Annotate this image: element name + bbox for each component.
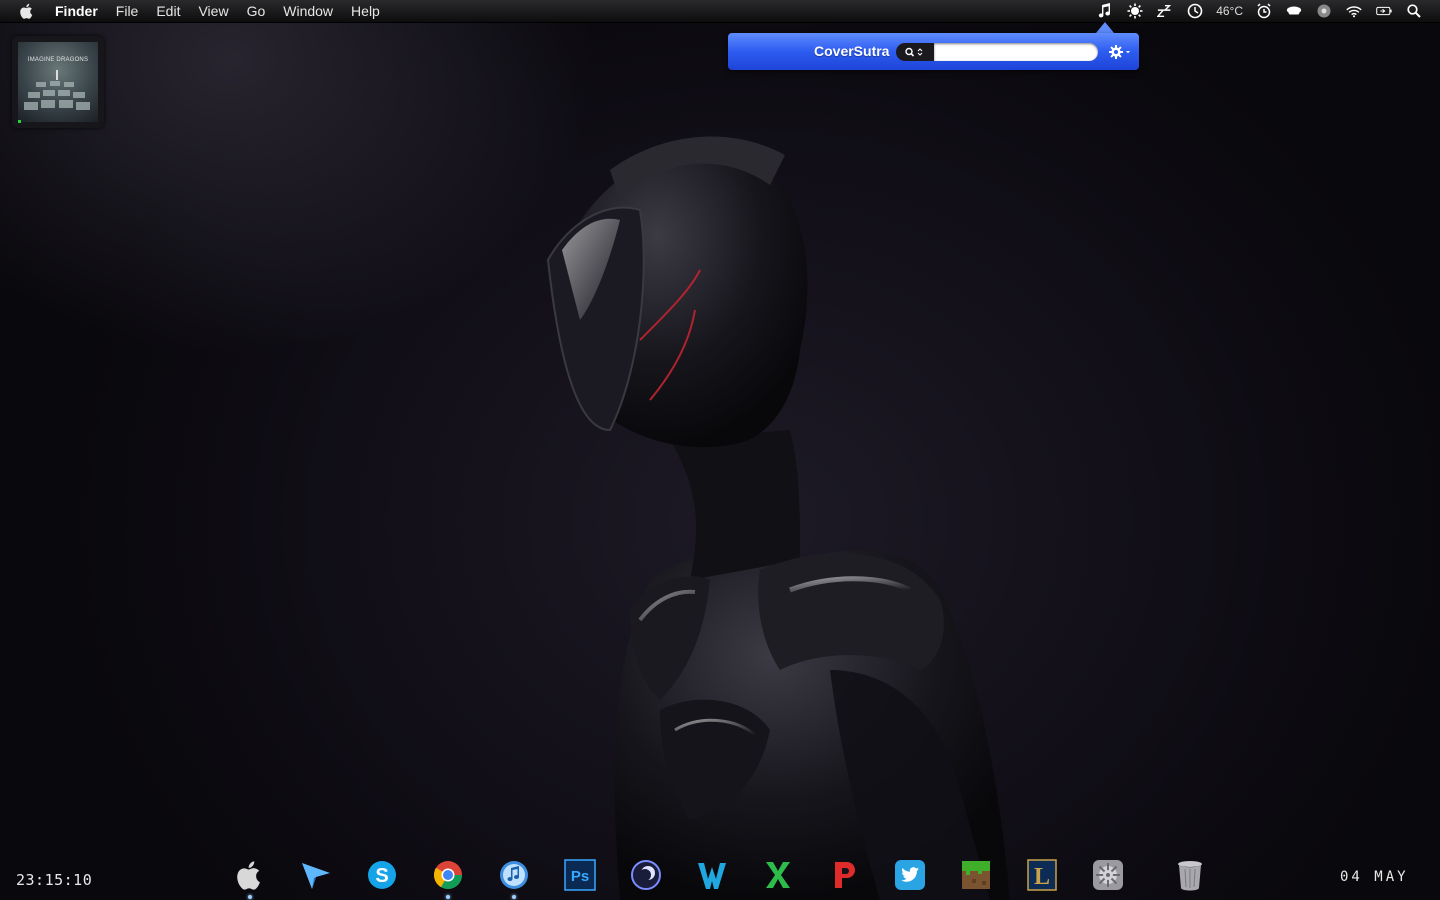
menu-window[interactable]: Window	[274, 0, 342, 22]
desktop-date: 04 MAY	[1340, 869, 1409, 885]
menu-file[interactable]: File	[107, 0, 148, 22]
menu-bar: Finder File Edit View Go Window Help 46°…	[0, 0, 1440, 23]
network-ball-icon[interactable]	[1316, 3, 1332, 19]
system-preferences-icon	[1093, 860, 1123, 890]
menu-view[interactable]: View	[189, 0, 237, 22]
brightness-icon[interactable]	[1127, 3, 1143, 19]
running-indicator	[446, 895, 450, 899]
menu-app-name[interactable]: Finder	[46, 0, 107, 22]
skype-label: S	[375, 865, 388, 887]
photoshop-icon: Ps	[564, 859, 596, 891]
coversutra-pointer-arrow	[1096, 22, 1114, 33]
status-menu-area: 46°C	[1090, 0, 1440, 22]
sleep-z-icon[interactable]	[1157, 3, 1173, 19]
dock-item-x-app[interactable]	[760, 857, 796, 893]
skype-icon: S	[368, 861, 396, 889]
itunes-icon	[500, 861, 528, 889]
dock-item-skype[interactable]: S	[364, 857, 400, 893]
cpu-temperature[interactable]: 46°C	[1216, 4, 1243, 18]
coffee-cup-icon[interactable]	[1286, 3, 1302, 19]
dock-item-minecraft[interactable]	[958, 857, 994, 893]
dock-item-twitter[interactable]	[892, 857, 928, 893]
league-icon: L	[1027, 859, 1057, 891]
dock-item-photoshop[interactable]: Ps	[562, 857, 598, 893]
dock-item-chrome[interactable]	[430, 857, 466, 899]
coversutra-search-input[interactable]	[934, 43, 1098, 61]
dock-item-system-preferences[interactable]	[1090, 857, 1126, 893]
menu-go[interactable]: Go	[238, 0, 275, 22]
battery-icon[interactable]	[1376, 3, 1392, 19]
cinema-icon	[631, 860, 661, 890]
gear-icon[interactable]	[1108, 42, 1132, 62]
trash-icon	[1178, 861, 1202, 891]
playback-progress-bar	[18, 120, 21, 123]
dock-item-w-app[interactable]	[694, 857, 730, 893]
x-app-icon	[766, 862, 790, 888]
coversutra-title: CoverSutra	[814, 43, 890, 59]
photoshop-label: Ps	[571, 868, 589, 885]
album-artwork: IMAGINE DRAGONS	[18, 42, 98, 122]
menu-help[interactable]: Help	[342, 0, 389, 22]
dock-item-itunes[interactable]	[496, 857, 532, 899]
dock-item-trash[interactable]	[1172, 857, 1208, 893]
time-machine-icon[interactable]	[1187, 3, 1203, 19]
w-app-icon	[698, 863, 726, 889]
menu-edit[interactable]: Edit	[147, 0, 189, 22]
dock-item-paper-plane[interactable]	[298, 857, 334, 893]
minecraft-icon	[962, 861, 990, 889]
apple-menu-icon[interactable]	[18, 2, 36, 20]
dock-item-cinema[interactable]	[628, 857, 664, 893]
dock-item-league[interactable]: L	[1024, 857, 1060, 893]
finder-icon	[237, 861, 260, 890]
league-label: L	[1034, 864, 1050, 890]
now-playing-album-widget[interactable]: IMAGINE DRAGONS	[12, 36, 104, 128]
spotlight-search-icon[interactable]	[1406, 3, 1422, 19]
desktop-clock: 23:15:10	[16, 871, 93, 889]
dock: S Ps L	[228, 852, 1218, 900]
dock-item-p-app[interactable]	[826, 857, 862, 893]
running-indicator	[512, 895, 516, 899]
running-indicator	[248, 895, 252, 899]
wallpaper-armored-figure	[546, 136, 1010, 900]
p-app-icon	[835, 862, 855, 888]
alarm-clock-icon[interactable]	[1256, 3, 1272, 19]
wifi-icon[interactable]	[1346, 3, 1362, 19]
music-note-icon[interactable]	[1097, 3, 1113, 19]
dock-item-finder[interactable]	[232, 857, 268, 899]
coversutra-panel: CoverSutra	[728, 33, 1139, 70]
paper-plane-icon	[302, 863, 330, 889]
twitter-icon	[895, 860, 925, 890]
chrome-icon	[434, 861, 462, 889]
search-scope-icon[interactable]	[896, 43, 934, 61]
